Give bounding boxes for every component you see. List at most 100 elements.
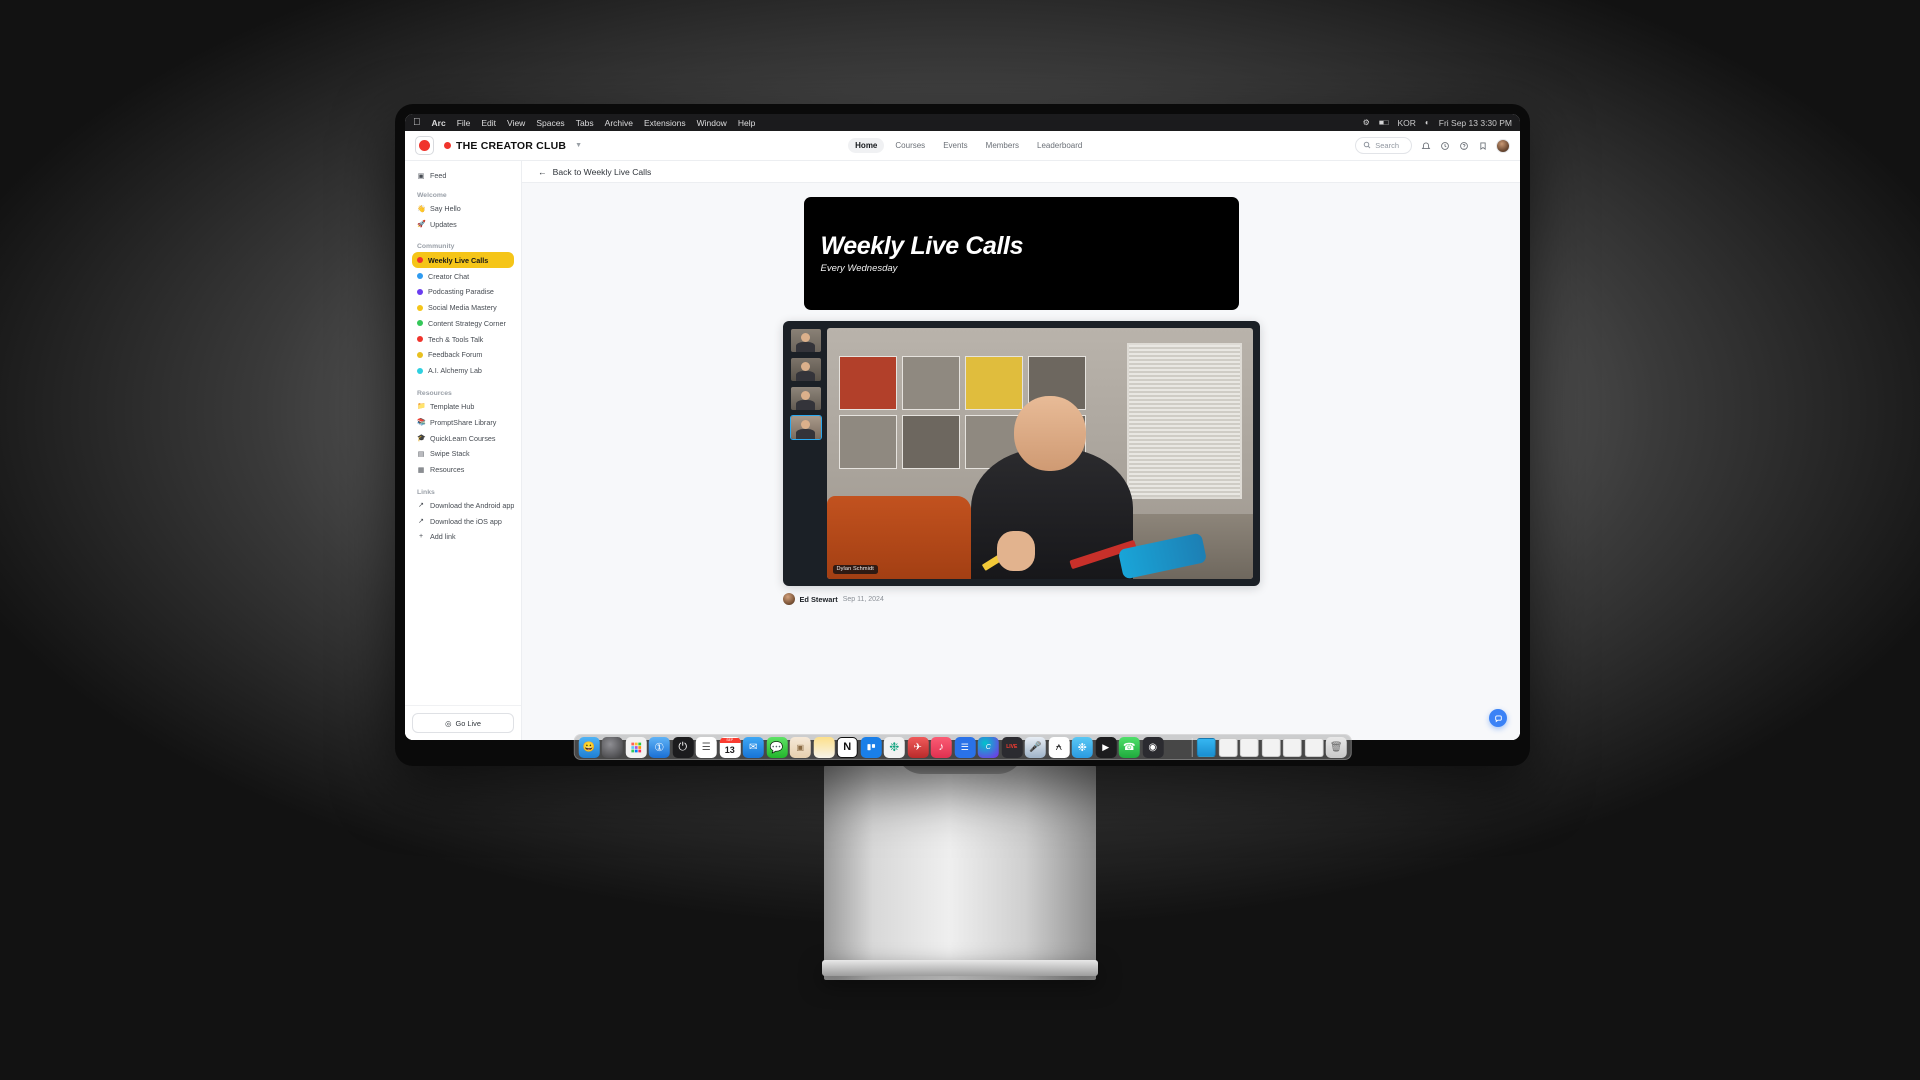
dock-icon-chatgpt[interactable]: ❉	[883, 736, 905, 758]
sidebar-item-add-link[interactable]: + Add link	[412, 529, 514, 545]
dock-minimized-window[interactable]	[1218, 737, 1238, 757]
activity-icon[interactable]	[1439, 140, 1450, 151]
top-navigation[interactable]: Home Courses Events Members Leaderboard	[848, 138, 1089, 153]
sidebar-item-resources[interactable]: ▦ Resources	[412, 462, 514, 478]
sidebar-item-social-media-mastery[interactable]: Social Media Mastery	[412, 300, 514, 316]
battery-icon[interactable]: ■□	[1379, 118, 1389, 127]
dock-icon-notion[interactable]: N	[836, 736, 858, 758]
apple-icon[interactable]: 	[413, 117, 421, 128]
sidebar-item-feedback-forum[interactable]: Feedback Forum	[412, 347, 514, 363]
macos-menu-bar[interactable]:  Arc File Edit View Spaces Tabs Archive…	[405, 114, 1520, 131]
sidebar-item-download-ios[interactable]: ↗ Download the iOS app	[412, 513, 514, 529]
dock-minimized-window[interactable]	[1196, 737, 1216, 757]
active-speaker-stage[interactable]: Dylan Schmidt	[826, 328, 1253, 579]
dock-icon-power[interactable]: ⏻	[672, 736, 694, 758]
post-author-name[interactable]: Ed Stewart	[800, 595, 838, 604]
arrow-left-icon[interactable]: ←	[538, 167, 547, 177]
dock-icon-streamyard[interactable]: LIVE	[1001, 736, 1023, 758]
dock-minimized-window[interactable]	[1261, 737, 1281, 757]
sidebar-item-promptshare-library[interactable]: 📚 PromptShare Library	[412, 414, 514, 430]
input-source-label[interactable]: KOR	[1398, 118, 1416, 128]
menu-clock[interactable]: Fri Sep 13 3:30 PM	[1439, 118, 1512, 128]
sidebar-item-ai-alchemy-lab[interactable]: A.I. Alchemy Lab	[412, 363, 514, 379]
sidebar-item-quicklearn-courses[interactable]: 🎓 QuickLearn Courses	[412, 430, 514, 446]
menu-item-extensions[interactable]: Extensions	[644, 118, 686, 128]
dock-minimized-window[interactable]	[1304, 737, 1324, 757]
menu-status-area[interactable]: ⚙ ■□ KOR ◐ Fri Sep 13 3:30 PM	[1363, 118, 1512, 128]
dock-icon-trello[interactable]	[860, 736, 882, 758]
sidebar-item-feed[interactable]: ▣ Feed	[412, 168, 514, 184]
sidebar-item-creator-chat[interactable]: Creator Chat	[412, 268, 514, 284]
sidebar-item-say-hello[interactable]: 👋 Say Hello	[412, 201, 514, 217]
video-player[interactable]: Dylan Schmidt	[782, 321, 1260, 586]
dock-icon-mail-app[interactable]: ✈	[907, 736, 929, 758]
dock-icon-todoist[interactable]: ☰	[954, 736, 976, 758]
menu-item-help[interactable]: Help	[738, 118, 755, 128]
tab-members[interactable]: Members	[979, 138, 1026, 153]
participant-thumbnail-active[interactable]	[789, 415, 822, 440]
control-center-icon[interactable]: ⚙	[1363, 118, 1370, 127]
participant-thumbnail[interactable]	[790, 328, 822, 353]
tab-leaderboard[interactable]: Leaderboard	[1030, 138, 1089, 153]
brand-logo[interactable]	[415, 136, 434, 155]
chevron-down-icon[interactable]: ▼	[575, 142, 582, 149]
dock-icon-canva[interactable]: C	[977, 736, 999, 758]
tab-courses[interactable]: Courses	[888, 138, 932, 153]
dock-icon-arc[interactable]	[601, 736, 623, 758]
dock-icon-loom[interactable]: ❉	[1071, 736, 1093, 758]
sidebar-item-template-hub[interactable]: 📁 Template Hub	[412, 399, 514, 415]
dock-icon-mail[interactable]: ✉	[742, 736, 764, 758]
participant-thumbnail[interactable]	[790, 386, 822, 411]
brand-title[interactable]: THE CREATOR CLUB ▼	[444, 140, 582, 152]
tab-home[interactable]: Home	[848, 138, 885, 153]
menu-item-spaces[interactable]: Spaces	[536, 118, 564, 128]
dock-icon-reminders[interactable]: ☰	[695, 736, 717, 758]
dock-icon-quicktime[interactable]: ◉	[1142, 736, 1164, 758]
dock-icon-messages[interactable]: 💬	[766, 736, 788, 758]
help-icon[interactable]	[1458, 140, 1469, 151]
dock-icon-trash[interactable]: 🗑	[1325, 736, 1347, 758]
dock-icon-1password[interactable]: ①	[648, 736, 670, 758]
dock-icon-finder[interactable]: 😀	[578, 736, 600, 758]
menu-item-file[interactable]: File	[457, 118, 471, 128]
dock-minimized-window[interactable]	[1282, 737, 1302, 757]
dock-icon-launchpad[interactable]	[625, 736, 647, 758]
search-input[interactable]: Search	[1355, 137, 1412, 154]
menu-item-arc[interactable]: Arc	[432, 118, 446, 128]
avatar[interactable]	[1496, 138, 1510, 153]
participant-filmstrip[interactable]	[789, 328, 822, 579]
sidebar-item-updates[interactable]: 🚀 Updates	[412, 217, 514, 233]
bookmark-icon[interactable]	[1477, 140, 1488, 151]
notifications-icon[interactable]	[1420, 140, 1431, 151]
sidebar-item-tech-tools-talk[interactable]: Tech & Tools Talk	[412, 331, 514, 347]
macos-dock[interactable]: 😀 ① ⏻ ☰ SEP 13 ✉ 💬 ▣ N ❉ ✈ ♪ ☰ C LIVE 🎤 …	[573, 734, 1352, 760]
sidebar-item-content-strategy-corner[interactable]: Content Strategy Corner	[412, 315, 514, 331]
dock-minimized-window[interactable]	[1239, 737, 1259, 757]
menu-item-tabs[interactable]: Tabs	[576, 118, 594, 128]
dock-icon-mic[interactable]: 🎤	[1024, 736, 1046, 758]
sidebar-item-weekly-live-calls[interactable]: Weekly Live Calls	[412, 252, 514, 269]
sidebar-item-download-android[interactable]: ↗ Download the Android app	[412, 498, 514, 514]
chat-bubble-icon[interactable]	[1489, 709, 1507, 727]
dock-icon-notes[interactable]	[813, 736, 835, 758]
dock-icon-capcut[interactable]: ⍲	[1048, 736, 1070, 758]
dock-icon-whatsapp[interactable]: ☎	[1118, 736, 1140, 758]
dock-icon-screens[interactable]	[1166, 737, 1187, 758]
tab-events[interactable]: Events	[936, 138, 974, 153]
menu-item-view[interactable]: View	[507, 118, 525, 128]
dock-icon-contacts[interactable]: ▣	[789, 736, 811, 758]
go-live-button[interactable]: ◎ Go Live	[412, 713, 514, 733]
menu-item-window[interactable]: Window	[697, 118, 727, 128]
menu-item-archive[interactable]: Archive	[605, 118, 633, 128]
breadcrumb-label[interactable]: Back to Weekly Live Calls	[553, 167, 652, 177]
participant-thumbnail[interactable]	[790, 357, 822, 382]
menu-item-edit[interactable]: Edit	[481, 118, 496, 128]
dock-icon-music[interactable]: ♪	[930, 736, 952, 758]
sidebar-item-swipe-stack[interactable]: ▤ Swipe Stack	[412, 446, 514, 462]
dock-icon-calendar[interactable]: SEP 13	[719, 736, 741, 758]
post-author-row[interactable]: Ed Stewart Sep 11, 2024	[782, 593, 1260, 605]
sidebar-item-podcasting-paradise[interactable]: Podcasting Paradise	[412, 284, 514, 300]
breadcrumb[interactable]: ← Back to Weekly Live Calls	[522, 161, 1520, 183]
wifi-icon[interactable]: ◐	[1425, 118, 1430, 127]
dock-icon-screenflow[interactable]: ▶	[1095, 736, 1117, 758]
